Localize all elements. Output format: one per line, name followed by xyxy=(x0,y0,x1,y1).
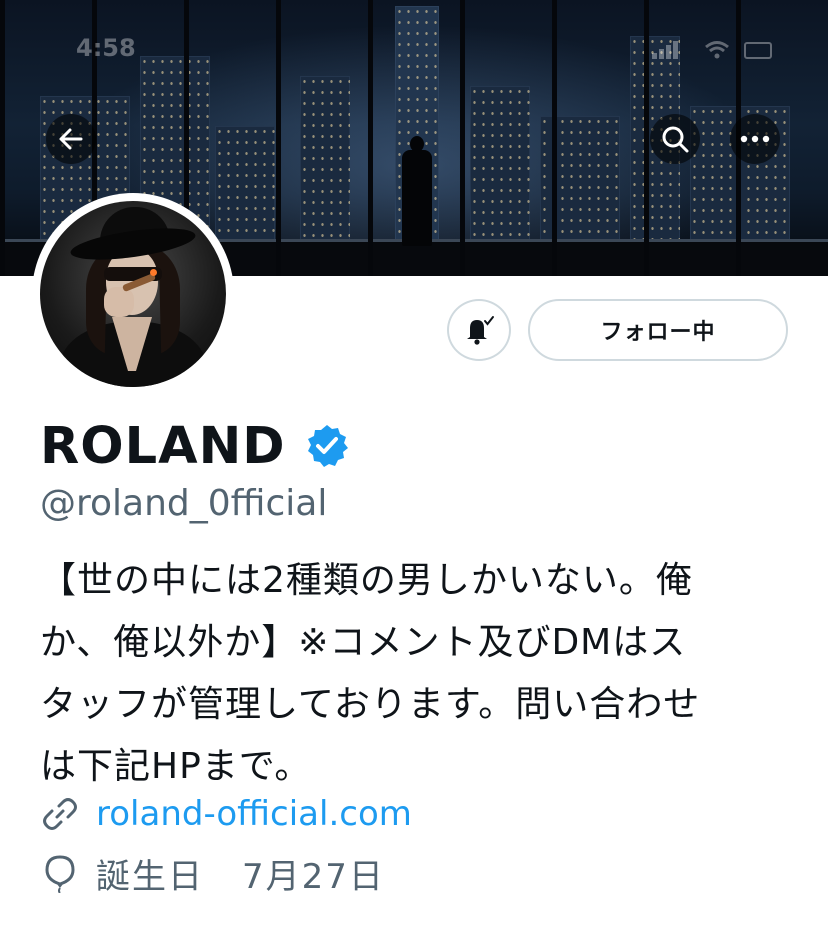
window-mullion xyxy=(644,0,649,276)
avatar-photo xyxy=(40,201,226,387)
link-icon xyxy=(43,798,77,830)
profile-bio: 【世の中には2種類の男しかいない。俺 か、俺以外か】※コメント及びDMはス タッ… xyxy=(40,550,792,798)
bio-line: は下記HPまで。 xyxy=(40,746,312,787)
bio-line: タッフが管理しております。問い合わせ xyxy=(40,684,701,725)
signal-icon xyxy=(652,40,680,59)
banner-building xyxy=(470,86,530,246)
back-button[interactable] xyxy=(46,114,96,164)
bio-line: か、俺以外か】※コメント及びDMはス xyxy=(40,622,687,663)
battery-icon xyxy=(744,42,772,59)
bio-line: 【世の中には2種類の男しかいない。俺 xyxy=(40,560,693,601)
display-name: ROLAND xyxy=(40,416,286,476)
search-button[interactable] xyxy=(650,114,700,164)
more-horizontal-icon xyxy=(740,135,770,143)
profile-avatar[interactable] xyxy=(32,193,234,395)
wifi-icon xyxy=(705,41,729,59)
birthday-value: 7月27日 xyxy=(242,856,385,897)
arrow-left-icon xyxy=(59,128,83,150)
more-options-button[interactable] xyxy=(730,114,780,164)
window-mullion xyxy=(276,0,281,276)
status-indicators xyxy=(652,40,772,60)
user-handle: @roland_0fficial xyxy=(40,483,328,524)
banner-building xyxy=(215,126,275,246)
status-time: 4:58 xyxy=(76,34,136,62)
birthday-label: 誕生日 xyxy=(96,856,204,897)
birthday-row: 誕生日 7月27日 xyxy=(40,851,385,897)
notifications-button[interactable] xyxy=(447,299,511,361)
verified-badge-icon[interactable] xyxy=(304,423,350,469)
website-link[interactable]: roland-official.com xyxy=(96,794,412,834)
balloon-icon xyxy=(45,855,75,893)
window-mullion xyxy=(460,0,465,276)
banner-building xyxy=(300,76,350,246)
window-mullion xyxy=(552,0,557,276)
bell-check-icon xyxy=(467,316,494,345)
window-mullion xyxy=(0,0,5,276)
website-row: roland-official.com xyxy=(40,792,412,836)
following-button[interactable]: フォロー中 xyxy=(528,299,788,361)
window-mullion xyxy=(368,0,373,276)
search-icon xyxy=(662,126,689,153)
banner-silhouette xyxy=(400,136,434,246)
name-row: ROLAND xyxy=(40,416,350,476)
